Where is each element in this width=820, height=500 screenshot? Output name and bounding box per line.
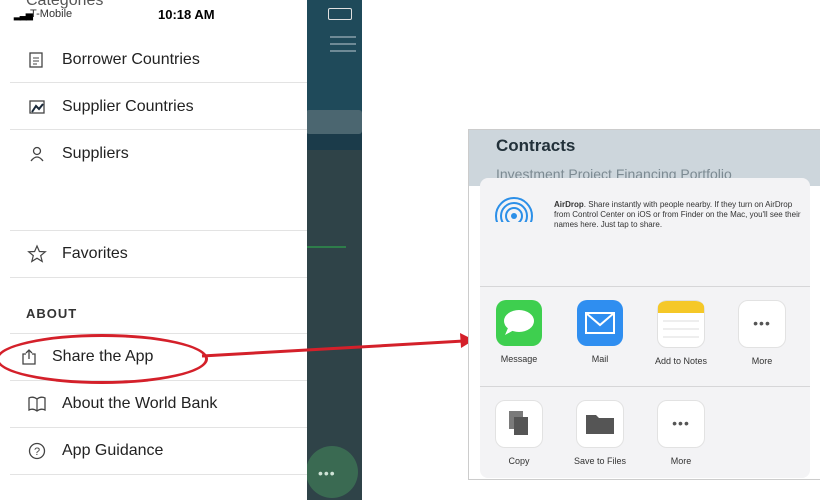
- airdrop-description: AirDrop. Share instantly with people nea…: [554, 200, 804, 230]
- airdrop-text: . Share instantly with people nearby. If…: [554, 200, 801, 229]
- action-label: Save to Files: [573, 456, 627, 466]
- page-title: Contracts: [496, 136, 576, 155]
- app-label: Mail: [591, 354, 609, 364]
- share-app-message[interactable]: Message: [487, 300, 551, 364]
- app-label: Add to Notes: [654, 356, 708, 366]
- notes-icon: [657, 300, 705, 348]
- share-sheet: AirDrop. Share instantly with people nea…: [480, 178, 810, 478]
- divider: [480, 286, 810, 287]
- message-icon: [496, 300, 542, 346]
- copy-icon: [495, 400, 543, 448]
- app-label: Message: [500, 354, 538, 364]
- share-app-mail[interactable]: Mail: [568, 300, 632, 364]
- action-save-to-files[interactable]: Save to Files: [568, 400, 632, 466]
- folder-icon: [576, 400, 624, 448]
- app-label: More: [751, 356, 773, 366]
- divider: [480, 386, 810, 387]
- share-sheet-screenshot: Contracts Investment Project Financing P…: [468, 129, 820, 480]
- more-icon: •••: [657, 400, 705, 448]
- share-app-more[interactable]: ••• More: [730, 300, 794, 366]
- mail-icon: [577, 300, 623, 346]
- action-copy[interactable]: Copy: [487, 400, 551, 466]
- action-more[interactable]: ••• More: [649, 400, 713, 466]
- action-label: More: [670, 456, 692, 466]
- action-label: Copy: [508, 456, 530, 466]
- more-icon: •••: [738, 300, 786, 348]
- share-app-notes[interactable]: Add to Notes: [649, 300, 713, 366]
- airdrop-icon: [494, 197, 534, 236]
- airdrop-title: AirDrop: [554, 200, 584, 209]
